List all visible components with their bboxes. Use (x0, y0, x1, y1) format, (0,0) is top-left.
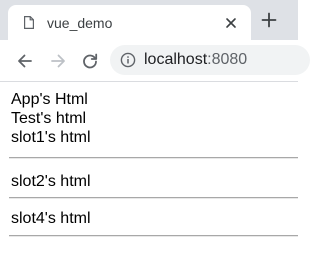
slot2-html-text: slot2's html (11, 173, 91, 190)
arrow-right-icon[interactable] (49, 52, 67, 70)
address-bar[interactable]: localhost:8080 (110, 45, 310, 75)
divider (9, 197, 298, 199)
page-content: App's Html Test's html slot1's html slot… (0, 82, 298, 265)
toolbar: localhost:8080 (0, 40, 310, 82)
url-text[interactable]: localhost:8080 (144, 50, 247, 70)
slot4-html-text: slot4's html (11, 210, 91, 227)
browser-window: vue_demo localhost:8080 App's Html Test'… (0, 0, 310, 265)
divider (9, 157, 298, 159)
app-html-text: App's Html (11, 91, 88, 108)
slot1-html-text: slot1's html (11, 129, 91, 146)
close-icon[interactable] (224, 16, 238, 30)
tab-vue-demo[interactable]: vue_demo (8, 5, 251, 40)
arrow-left-icon[interactable] (16, 52, 34, 70)
tab-title: vue_demo (47, 15, 113, 31)
test-html-text: Test's html (11, 110, 87, 127)
reload-icon[interactable] (81, 52, 99, 70)
plus-icon[interactable] (261, 12, 277, 28)
tab-strip: vue_demo (0, 0, 298, 40)
document-icon (24, 16, 34, 29)
url-host: localhost (144, 51, 208, 68)
info-icon[interactable] (120, 52, 136, 68)
divider (9, 235, 298, 237)
url-port: :8080 (207, 51, 248, 68)
